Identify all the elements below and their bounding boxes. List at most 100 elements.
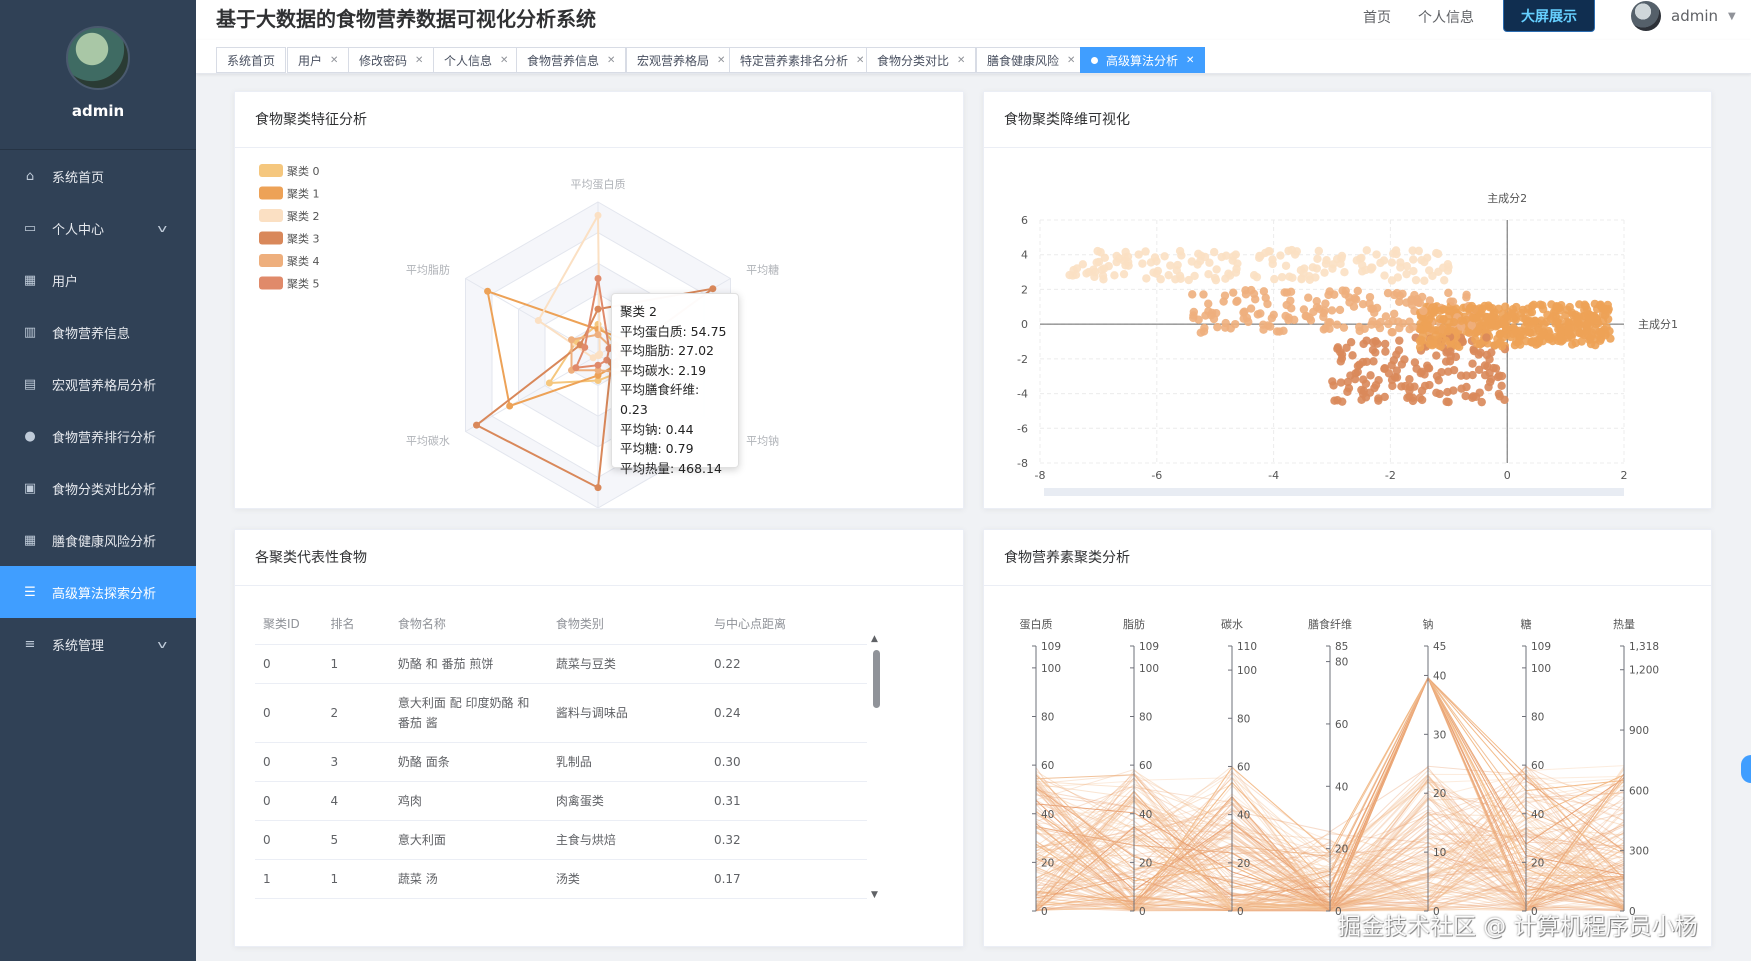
scatter-point[interactable] [1512, 337, 1521, 347]
scatter-point[interactable] [1281, 261, 1291, 270]
close-icon[interactable]: ✕ [1067, 55, 1075, 66]
scatter-point[interactable] [1142, 274, 1151, 283]
scatter-point[interactable] [1434, 376, 1443, 385]
scatter-point[interactable] [1319, 308, 1328, 318]
scatter-point[interactable] [1119, 269, 1129, 279]
scrollbar-thumb[interactable] [873, 650, 880, 708]
scatter-point[interactable] [1431, 305, 1440, 315]
scatter-point[interactable] [1338, 397, 1347, 406]
scatter-point[interactable] [1255, 253, 1264, 262]
scatter-point[interactable] [1548, 312, 1557, 321]
scatter-point[interactable] [1208, 308, 1217, 318]
table-scrollbar[interactable]: ▲ ▼ [871, 634, 881, 900]
scatter-point[interactable] [1525, 308, 1534, 317]
legend-label[interactable]: 聚类 0 [287, 164, 320, 178]
scroll-down-icon[interactable]: ▼ [871, 890, 878, 900]
scatter-point[interactable] [1279, 326, 1288, 335]
scatter-point[interactable] [1098, 271, 1108, 280]
sidebar-item[interactable]: ▭ 个人中心 v [0, 202, 196, 254]
close-icon[interactable]: ✕ [607, 55, 615, 66]
scatter-point[interactable] [1297, 274, 1306, 283]
scatter-point[interactable] [1353, 286, 1362, 296]
legend-swatch[interactable] [259, 231, 283, 245]
scatter-point[interactable] [1528, 338, 1537, 347]
scatter-point[interactable] [1362, 357, 1371, 367]
scatter-point[interactable] [1557, 337, 1566, 346]
scatter-point[interactable] [1372, 250, 1381, 259]
sidebar-item[interactable]: ≡ 系统管理 v [0, 618, 196, 670]
tab[interactable]: 特定营养素排名分析 ✕ [729, 47, 876, 73]
scatter-point[interactable] [1493, 334, 1502, 344]
close-icon[interactable]: ✕ [1186, 55, 1194, 66]
scatter-point[interactable] [1389, 249, 1398, 258]
scatter-point[interactable] [1448, 297, 1458, 306]
legend-label[interactable]: 聚类 2 [287, 209, 320, 223]
scatter-point[interactable] [1511, 325, 1520, 335]
tab[interactable]: 系统首页 [216, 47, 287, 73]
scatter-point[interactable] [1362, 246, 1371, 255]
scatter-point[interactable] [1209, 247, 1219, 257]
user-menu[interactable]: admin ▼ [1631, 0, 1736, 32]
scatter-point[interactable] [1141, 247, 1150, 256]
scatter-point[interactable] [1417, 386, 1427, 395]
scatter-point[interactable] [1164, 270, 1173, 280]
scatter-point[interactable] [1387, 327, 1396, 337]
scatter-point[interactable] [1290, 250, 1300, 259]
scatter-point[interactable] [1219, 297, 1228, 306]
scatter-point[interactable] [1409, 255, 1418, 264]
legend-swatch[interactable] [259, 276, 283, 290]
scatter-point[interactable] [1567, 308, 1577, 317]
scatter-point[interactable] [1453, 341, 1462, 351]
scatter-point[interactable] [1432, 351, 1441, 360]
scatter-point[interactable] [1420, 276, 1429, 285]
scatter-point[interactable] [1276, 251, 1285, 260]
table-row[interactable]: 0 3 奶酪 面条 乳制品 0.30 [255, 742, 867, 782]
scatter-point[interactable] [1305, 275, 1314, 284]
scatter-point[interactable] [1494, 389, 1504, 399]
scatter-point[interactable] [1188, 290, 1197, 299]
scatter-point[interactable] [1149, 268, 1158, 277]
radar-point[interactable] [581, 343, 589, 351]
scatter-point[interactable] [1337, 354, 1347, 363]
scatter-point[interactable] [1092, 258, 1101, 267]
scatter-point[interactable] [1110, 271, 1119, 280]
scatter-point[interactable] [1233, 296, 1242, 306]
scatter-point[interactable] [1213, 322, 1222, 332]
scatter-point[interactable] [1156, 275, 1165, 284]
scatter-point[interactable] [1409, 266, 1418, 276]
scatter-point[interactable] [1582, 320, 1592, 330]
scatter-point[interactable] [1380, 339, 1390, 349]
scatter-point[interactable] [1065, 270, 1074, 280]
scatter-point[interactable] [1387, 258, 1397, 267]
scatter-point[interactable] [1253, 310, 1263, 319]
scatter-point[interactable] [1296, 265, 1306, 275]
scatter-point[interactable] [1320, 268, 1329, 277]
data-zoom-slider[interactable] [1044, 488, 1624, 496]
close-icon[interactable]: ✕ [415, 55, 423, 66]
scatter-point[interactable] [1417, 367, 1426, 376]
scatter-point[interactable] [1485, 355, 1494, 364]
scatter-point[interactable] [1471, 328, 1480, 338]
scatter-point[interactable] [1175, 246, 1185, 256]
scatter-point[interactable] [1425, 339, 1435, 349]
tab[interactable]: 宏观营养格局 ✕ [626, 47, 737, 73]
radar-point[interactable] [545, 379, 553, 387]
radar-point[interactable] [594, 275, 602, 282]
scatter-point[interactable] [1449, 386, 1458, 395]
scatter-point[interactable] [1414, 246, 1423, 255]
scatter-point[interactable] [1112, 257, 1121, 267]
scatter-point[interactable] [1346, 338, 1356, 347]
scatter-point[interactable] [1440, 276, 1449, 285]
radar-point[interactable] [594, 484, 602, 492]
scatter-point[interactable] [1380, 271, 1389, 280]
scatter-point[interactable] [1351, 369, 1360, 378]
scatter-point[interactable] [1371, 336, 1380, 346]
tab[interactable]: 个人信息 ✕ [433, 47, 520, 73]
scatter-point[interactable] [1380, 392, 1389, 402]
scatter-point[interactable] [1099, 264, 1109, 273]
scatter-point[interactable] [1462, 293, 1471, 302]
scatter-point[interactable] [1360, 324, 1369, 333]
scatter-point[interactable] [1270, 274, 1279, 284]
radar-point[interactable] [506, 402, 514, 410]
radar-point[interactable] [594, 211, 602, 219]
